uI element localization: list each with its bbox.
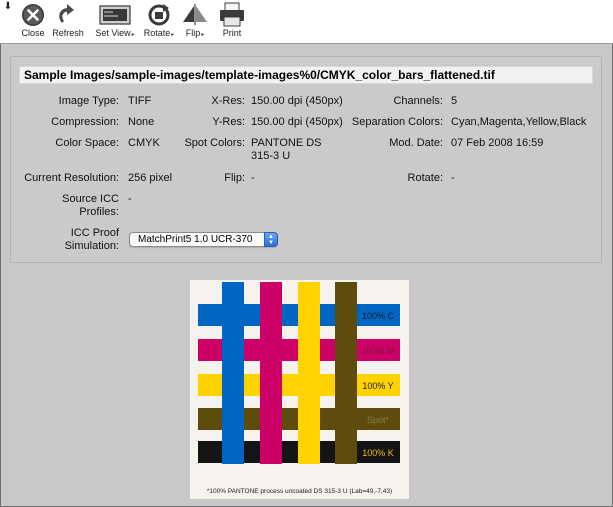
image-info-panel: Sample Images/sample-images/template-ima… — [10, 56, 602, 263]
separation-colors-label: Separation Colors: — [351, 116, 443, 128]
rotate-icon — [148, 4, 170, 26]
image-type-value: TIFF — [128, 95, 152, 107]
refresh-button[interactable]: Refresh — [50, 2, 86, 42]
source-icc-label: Source ICC Profiles: — [62, 193, 119, 218]
icc-proof-selected-value: MatchPrint5 1.0 UCR-370 — [138, 234, 253, 245]
print-label: Print — [222, 28, 242, 38]
vertical-bar-1 — [222, 282, 244, 464]
flip-label: Flip▸ — [185, 28, 205, 38]
xres-label: X-Res: — [211, 95, 245, 107]
current-resolution-value: 256 pixel — [128, 172, 173, 184]
preview-footnote: *100% PANTONE process uncoated DS 315-3 … — [206, 488, 393, 495]
vertical-bar-4 — [335, 282, 357, 464]
printer-icon — [220, 2, 244, 27]
refresh-label: Refresh — [52, 28, 84, 38]
close-icon — [22, 4, 44, 26]
spot-colors-value: PANTONE DS 315-3 U — [251, 137, 322, 162]
rotate-info-label: Rotate: — [407, 172, 443, 184]
mod-date-label: Mod. Date: — [389, 137, 443, 149]
bar-label-5: 100% K — [362, 448, 394, 458]
bar-label-1: 100% C — [362, 311, 395, 321]
flip-info-label: Flip: — [224, 172, 245, 184]
set-view-icon — [99, 5, 131, 25]
spot-colors-label: Spot Colors: — [184, 137, 245, 149]
compression-label: Compression: — [51, 116, 119, 128]
rotate-label: Rotate▸ — [143, 28, 175, 38]
color-space-label: Color Space: — [55, 137, 119, 149]
vertical-bar-2 — [260, 282, 282, 464]
close-label: Close — [21, 28, 45, 38]
stepper-arrows-icon: ▲ ▼ — [264, 232, 278, 247]
close-button[interactable]: Close — [18, 2, 48, 42]
yres-value: 150.00 dpi (450px) — [251, 116, 343, 128]
image-preview: 100% C 100% M 100% Y Spot* 100% K *100% PANT… — [190, 280, 409, 499]
icc-proof-select[interactable]: MatchPrint5 1.0 UCR-370 ▲ ▼ — [129, 232, 278, 247]
compression-value: None — [128, 116, 155, 128]
rotate-button[interactable]: Rotate▸ — [140, 2, 178, 42]
xres-value: 150.00 dpi (450px) — [251, 95, 343, 107]
source-icc-value: - — [128, 193, 132, 205]
file-path-bar: Sample Images/sample-images/template-ima… — [19, 66, 593, 84]
toolbar: ⬇ Close Refresh Set View▸ Rotate▸ Flip▸ … — [0, 0, 613, 44]
separation-colors-value: Cyan,Magenta,Yellow,Black — [451, 116, 587, 128]
print-button[interactable]: Print — [217, 2, 247, 42]
vertical-bar-3 — [298, 282, 320, 464]
yres-label: Y-Res: — [212, 116, 245, 128]
icc-proof-label: ICC Proof Simulation: — [64, 227, 119, 252]
flip-icon — [183, 4, 207, 25]
set-view-button[interactable]: Set View▸ — [93, 2, 137, 42]
set-view-label: Set View▸ — [95, 28, 135, 38]
channels-label: Channels: — [393, 95, 443, 107]
flip-button[interactable]: Flip▸ — [180, 2, 210, 42]
mod-date-value: 07 Feb 2008 16:59 — [451, 137, 544, 149]
down-arrow-icon[interactable]: ⬇ — [2, 1, 14, 13]
channels-value: 5 — [451, 95, 458, 107]
bar-label-3: 100% Y — [362, 381, 393, 391]
current-resolution-label: Current Resolution: — [24, 172, 119, 184]
bar-label-4: Spot* — [367, 415, 390, 425]
refresh-icon — [59, 4, 74, 23]
flip-info-value: - — [251, 172, 255, 184]
image-type-label: Image Type: — [58, 95, 119, 107]
rotate-info-value: - — [451, 172, 455, 184]
bar-label-2: 100% M — [361, 346, 394, 356]
color-bars-image: 100% C 100% M 100% Y Spot* 100% K — [198, 282, 400, 464]
color-space-value: CMYK — [128, 137, 160, 149]
